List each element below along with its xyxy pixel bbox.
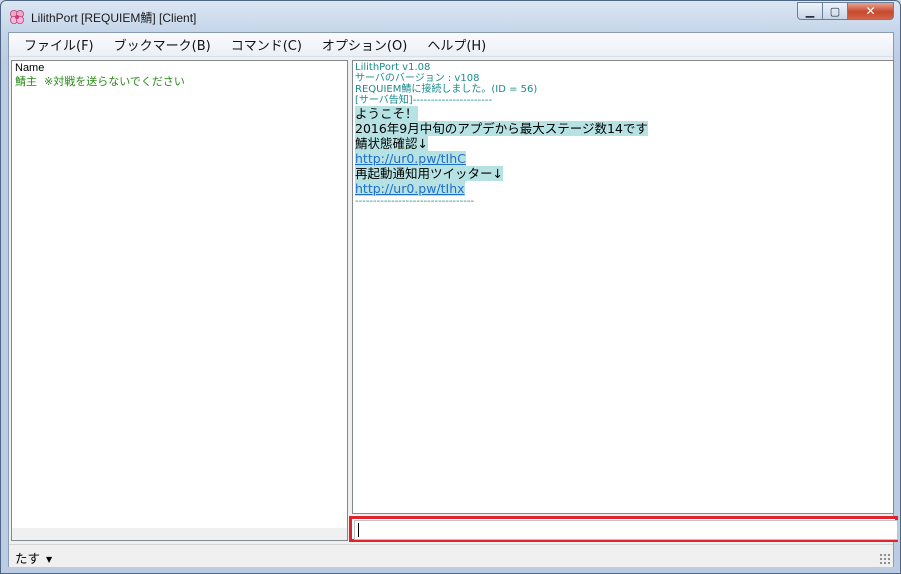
chat-log: LilithPort v1.08 サーバのバージョン : v108 REQUIE… (355, 62, 648, 207)
log-notice-line: ようこそ！ (355, 106, 418, 121)
user-name: 鯖主 (15, 75, 37, 88)
log-link-line: http://ur0.pw/tIhx (355, 181, 648, 196)
status-dropdown[interactable]: たす ▼ (15, 548, 52, 567)
status-dropdown-value: たす (15, 551, 41, 566)
twitter-link[interactable]: http://ur0.pw/tIhx (355, 181, 465, 196)
menu-command[interactable]: コマンド(C) (222, 33, 311, 56)
menu-bookmark[interactable]: ブックマーク(B) (105, 33, 220, 56)
log-link-line: http://ur0.pw/tIhC (355, 151, 648, 166)
minimize-button[interactable]: ▁ (797, 2, 823, 20)
close-button[interactable]: ✕ (848, 2, 894, 20)
log-system-line: サーバのバージョン : v108 (355, 73, 480, 84)
chat-input-highlight (349, 516, 898, 542)
caption-buttons: ▁ ▢ ✕ (797, 2, 894, 22)
log-system-line: LilithPort v1.08 (355, 62, 431, 73)
maximize-icon: ▢ (829, 4, 841, 18)
window-title: LilithPort [REQUIEM鯖] [Client] (31, 11, 197, 25)
client-area: ファイル(F) ブックマーク(B) コマンド(C) オプション(O) ヘルプ(H… (8, 32, 898, 567)
chat-input[interactable] (354, 520, 898, 540)
close-icon: ✕ (865, 4, 876, 18)
user-comment: ※対戦を送らないでください (44, 75, 185, 88)
log-separator: --------------------------------- (355, 196, 475, 207)
menu-bar: ファイル(F) ブックマーク(B) コマンド(C) オプション(O) ヘルプ(H… (9, 33, 893, 57)
menu-file[interactable]: ファイル(F) (15, 33, 103, 56)
app-window: LilithPort [REQUIEM鯖] [Client] ▁ ▢ ✕ ファイ… (0, 0, 901, 574)
user-list-scroll-strip (12, 528, 347, 540)
log-notice-line: 再起動通知用ツイッター↓ (355, 166, 503, 181)
text-caret (358, 523, 359, 537)
menu-option[interactable]: オプション(O) (313, 33, 416, 56)
log-system-line: REQUIEM鯖に接続しました。(ID = 56) (355, 84, 538, 95)
dropdown-arrow-icon: ▼ (46, 555, 53, 564)
minimize-icon: ▁ (805, 4, 815, 18)
menu-help[interactable]: ヘルプ(H) (418, 33, 495, 56)
title-bar[interactable]: LilithPort [REQUIEM鯖] [Client] ▁ ▢ ✕ (1, 1, 900, 31)
log-notice-line: 2016年9月中旬のアプデから最大ステージ数14です (355, 121, 648, 136)
lilithport-app-icon (10, 10, 24, 24)
status-link[interactable]: http://ur0.pw/tIhC (355, 151, 466, 166)
user-list-panel[interactable]: Name 鯖主 ※対戦を送らないでください (11, 60, 348, 541)
user-list-item[interactable]: 鯖主 ※対戦を送らないでください (15, 73, 185, 89)
log-system-line: [サーバ告知]---------------------- (355, 95, 493, 106)
resize-grip-icon[interactable] (879, 553, 891, 565)
chat-log-panel[interactable]: LilithPort v1.08 サーバのバージョン : v108 REQUIE… (352, 60, 894, 514)
log-notice-line: 鯖状態確認↓ (355, 136, 428, 151)
status-bar: たす ▼ (9, 544, 893, 567)
maximize-button[interactable]: ▢ (823, 2, 848, 20)
